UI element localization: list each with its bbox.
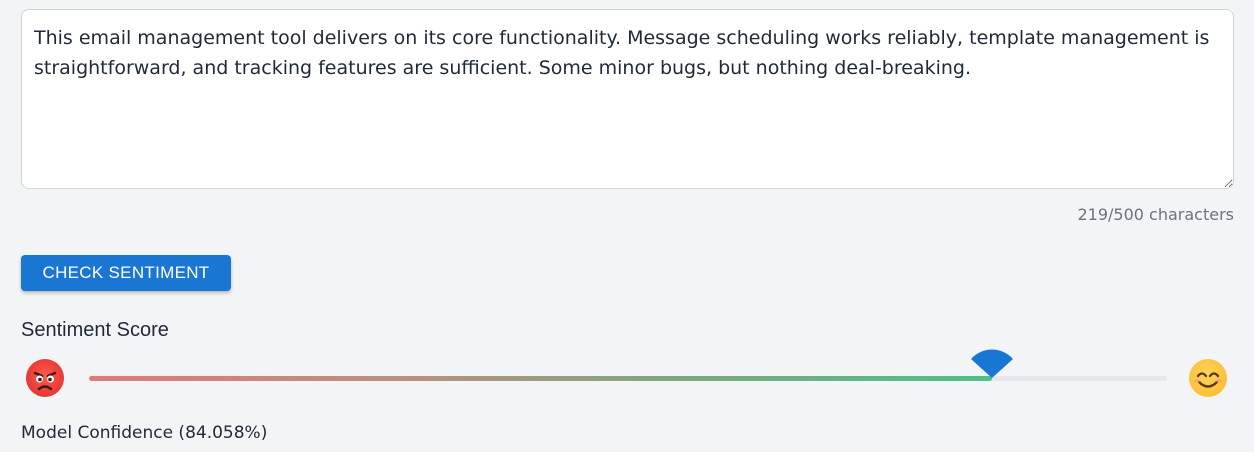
sentiment-slider-fill [89,376,993,381]
sentiment-page: 219/500 characters CHECK SENTIMENT Senti… [0,0,1254,452]
review-textarea[interactable] [21,9,1234,189]
sentiment-slider[interactable] [89,349,1167,381]
check-sentiment-button[interactable]: CHECK SENTIMENT [21,255,231,291]
sentiment-slider-thumb[interactable] [969,347,1015,379]
angry-face-icon [26,359,64,397]
model-confidence-label: Model Confidence (84.058%) [21,423,268,443]
sentiment-score-label: Sentiment Score [21,319,169,341]
smiling-face-icon [1189,359,1227,397]
character-count: 219/500 characters [1077,205,1234,224]
